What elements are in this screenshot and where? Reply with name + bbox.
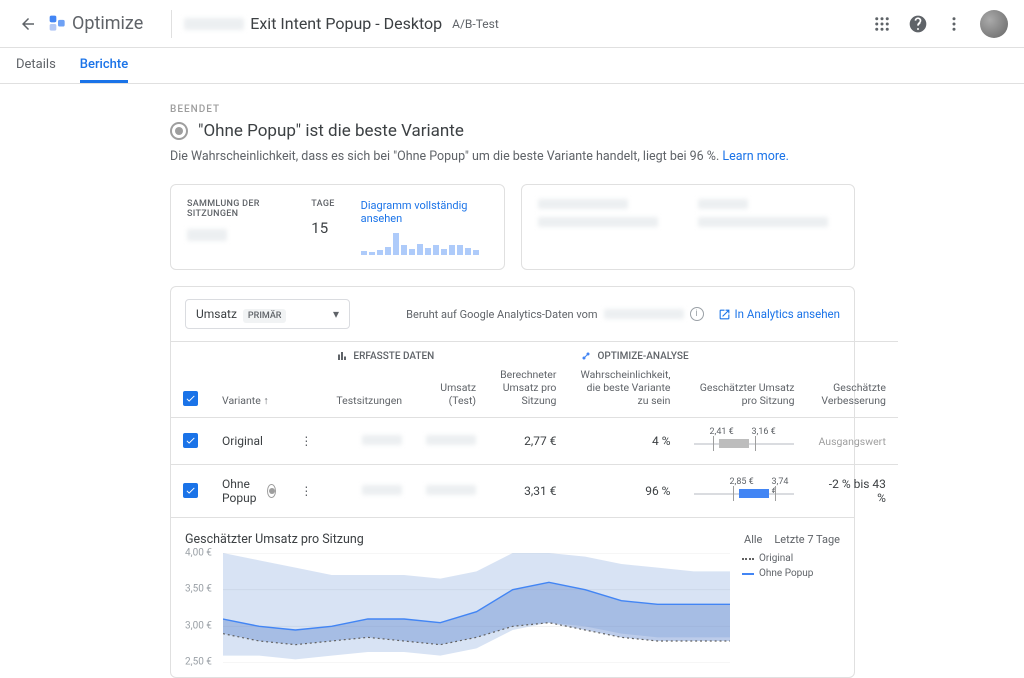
sessions-redacted — [362, 435, 402, 445]
optimize-logo[interactable]: Optimize — [48, 13, 143, 34]
y-tick: 2,50 € — [185, 656, 212, 667]
revenue-redacted — [426, 435, 476, 445]
analytics-link-text: In Analytics ansehen — [735, 307, 840, 321]
toggle-all[interactable]: Alle — [744, 533, 762, 546]
help-icon[interactable] — [908, 14, 928, 34]
metric-select[interactable]: Umsatz PRIMÄR ▾ — [185, 299, 350, 329]
chart-legend: Original Ohne Popup — [730, 553, 840, 663]
optimize-icon — [48, 14, 68, 34]
legend-original[interactable]: Original — [742, 553, 840, 564]
tab-details[interactable]: Details — [16, 57, 56, 83]
col-variant[interactable]: Variante ↑ — [210, 366, 288, 418]
col-est-revenue: Geschätzter Umsatz pro Sitzung — [682, 366, 806, 418]
calc-revenue: 2,77 € — [488, 418, 568, 465]
sessions-value-redacted — [187, 229, 227, 241]
info-icon[interactable]: i — [690, 307, 704, 321]
experiment-title: Exit Intent Popup - Desktop — [250, 14, 442, 33]
col-1 — [538, 199, 658, 255]
col-prob-best: Wahrscheinlichkeit, die beste Variante z… — [568, 366, 682, 418]
sessions-redacted — [362, 485, 402, 495]
summary-description: Die Wahrscheinlichkeit, dass es sich bei… — [170, 149, 855, 164]
calc-revenue: 3,31 € — [488, 465, 568, 518]
chart-section: Geschätzter Umsatz pro Sitzung Alle Letz… — [171, 517, 854, 677]
avatar[interactable] — [980, 10, 1008, 38]
checkbox[interactable] — [183, 433, 198, 448]
winner-icon — [267, 484, 276, 498]
table-row: Original ⋮ 2,77 € 4 % 2,41 € 3,16 € Ausg… — [171, 418, 898, 465]
sessions-label: SAMMLUNG DER SITZUNGEN — [187, 199, 293, 219]
table-row: Ohne Popup ⋮ 3,31 € 96 % 2,85 € 3,74 € -… — [171, 465, 898, 518]
learn-more-link[interactable]: Learn more. — [722, 149, 789, 164]
open-external-icon — [718, 308, 731, 321]
status-badge: BEENDET — [170, 104, 855, 115]
bar-chart-icon — [336, 350, 348, 362]
winner-medal-icon — [170, 122, 188, 140]
range-plot: 2,85 € 3,74 € — [694, 480, 794, 502]
optimize-analysis-label: OPTIMIZE-ANALYSE — [597, 351, 688, 362]
revenue-redacted — [426, 485, 476, 495]
y-tick: 4,00 € — [185, 548, 212, 559]
chart-svg — [223, 553, 730, 663]
checkbox-all[interactable] — [183, 391, 198, 406]
results-table: ERFASSTE DATEN OPTIMIZE-ANALYSE Variante… — [171, 341, 898, 517]
legend-variant[interactable]: Ohne Popup — [742, 568, 840, 579]
improvement: Ausgangswert — [806, 418, 897, 465]
tab-reports[interactable]: Berichte — [80, 57, 128, 83]
y-tick: 3,00 € — [185, 620, 212, 631]
chart-plot: 4,00 € 3,50 € 3,00 € 2,50 € — [185, 553, 730, 663]
objective-card: Umsatz PRIMÄR ▾ Beruht auf Google Analyti… — [170, 286, 855, 678]
view-full-chart-link[interactable]: Diagramm vollständig ansehen — [361, 199, 488, 225]
prob-best: 96 % — [568, 465, 682, 518]
apps-icon[interactable] — [872, 14, 892, 34]
col-calc-revenue: Berechneter Umsatz pro Sitzung — [488, 366, 568, 418]
col-revenue: Umsatz (Test) — [414, 366, 488, 418]
analytics-info-card — [521, 184, 856, 270]
product-name: Optimize — [72, 13, 143, 34]
chevron-down-icon: ▾ — [333, 307, 339, 321]
summary-text: Die Wahrscheinlichkeit, dass es sich bei… — [170, 149, 722, 164]
breadcrumb[interactable]: Exit Intent Popup - Desktop A/B-Test — [184, 14, 499, 33]
row-menu-icon[interactable]: ⋮ — [288, 465, 324, 518]
col-2 — [698, 199, 828, 255]
top-bar: Optimize Exit Intent Popup - Desktop A/B… — [0, 0, 1024, 48]
analysis-icon — [580, 350, 592, 362]
experiment-type: A/B-Test — [452, 17, 499, 31]
account-name-redacted — [184, 18, 244, 30]
row-menu-icon[interactable]: ⋮ — [288, 418, 324, 465]
ga-date-redacted — [604, 309, 684, 319]
ga-note-text: Beruht auf Google Analytics-Daten vom — [406, 308, 597, 321]
days-label: TAGE — [311, 199, 334, 209]
summary-title: "Ohne Popup" ist die beste Variante — [198, 121, 464, 141]
y-tick: 3,50 € — [185, 584, 212, 595]
variant-name: Ohne Popup — [222, 477, 276, 505]
divider — [171, 10, 172, 38]
more-icon[interactable] — [944, 14, 964, 34]
variant-name: Original — [222, 434, 276, 448]
col-est-improve: Geschätzte Verbesserung — [806, 366, 897, 418]
range-plot: 2,41 € 3,16 € — [694, 430, 794, 452]
summary-headline: "Ohne Popup" ist die beste Variante — [170, 121, 855, 141]
prob-best: 4 % — [568, 418, 682, 465]
metric-name: Umsatz — [196, 307, 237, 321]
captured-data-label: ERFASSTE DATEN — [353, 351, 434, 362]
improvement: -2 % bis 43 % — [806, 465, 897, 518]
tab-bar: Details Berichte — [0, 48, 1024, 84]
chart-title: Geschätzter Umsatz pro Sitzung — [185, 532, 364, 547]
back-button[interactable] — [16, 12, 40, 36]
checkbox[interactable] — [183, 483, 198, 498]
sessions-card: SAMMLUNG DER SITZUNGEN TAGE 15 Diagramm … — [170, 184, 505, 270]
col-sessions: Testsitzungen — [324, 366, 414, 418]
days-value: 15 — [311, 219, 334, 237]
toggle-last-7[interactable]: Letzte 7 Tage — [774, 533, 840, 546]
sparkline-chart — [361, 231, 488, 255]
open-in-analytics-link[interactable]: In Analytics ansehen — [718, 307, 840, 321]
primary-chip: PRIMÄR — [243, 309, 287, 323]
